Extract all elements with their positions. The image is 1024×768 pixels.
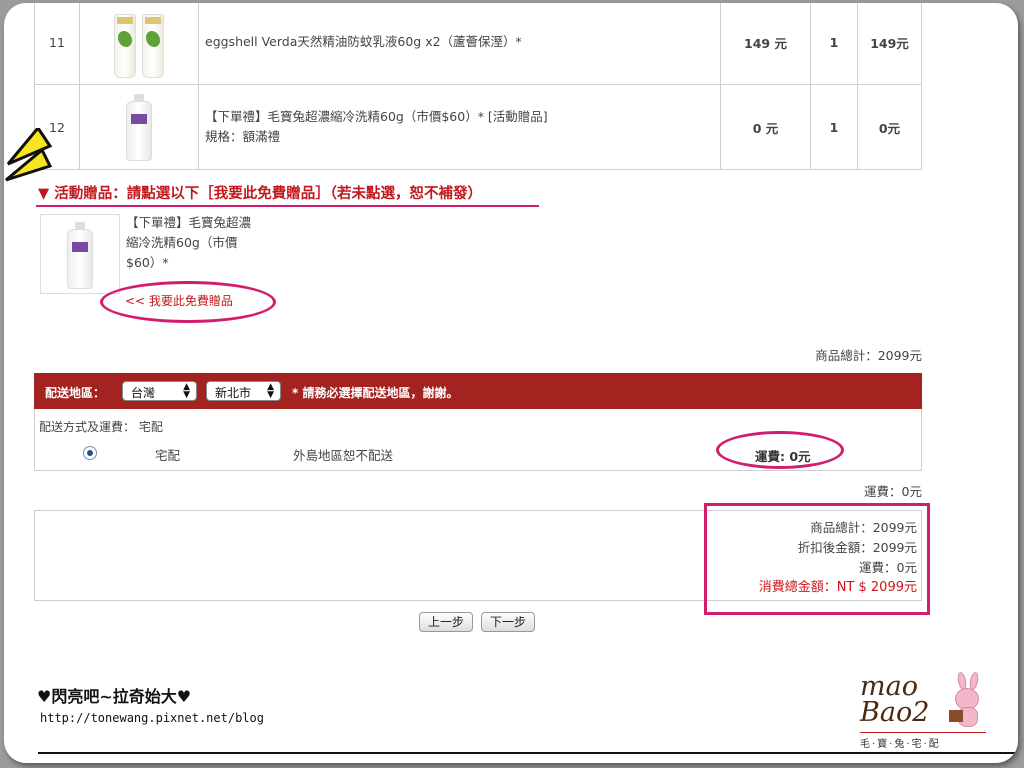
product-subtotal: 0元: [857, 84, 922, 170]
watermark-url: http://tonewang.pixnet.net/blog: [40, 711, 264, 725]
shipping-region-bar: 配送地區： 台灣 ▲ ▼ 新北市 ▲ ▼ * 請務必選擇配送地區，謝謝。: [34, 373, 922, 409]
product-spec: 規格：額滿禮: [205, 129, 281, 144]
shipping-method-title: 配送方式及運費： 宅配: [39, 420, 163, 434]
product-name: 【下單禮】毛寶兔超濃縮冷洗精60g（市價$60）* [活動贈品] 規格：額滿禮: [198, 84, 721, 170]
product-qty: 1: [810, 84, 858, 170]
region-notice: * 請務必選擇配送地區，謝謝。: [292, 386, 459, 400]
highlight-rectangle: [704, 503, 930, 615]
product-price: 0 元: [720, 84, 811, 170]
highlight-pointer-icon: [5, 128, 53, 182]
product-qty: 1: [810, 3, 858, 85]
goods-subtotal: 商品總計：2099元: [815, 348, 922, 363]
product-image-cell: [79, 3, 199, 85]
logo-line-2: Bao2: [860, 697, 930, 728]
product-subtotal: 149元: [857, 3, 922, 85]
region-country-value: 台灣: [131, 386, 156, 400]
lotion-tube-image: [142, 14, 164, 78]
screenshot-frame: 11 eggshell Verda天然精油防蚊乳液60g x2（蘆薈保溼）* 1…: [4, 3, 1018, 763]
product-price: 149 元: [720, 3, 811, 85]
shipping-region-label: 配送地區：: [45, 386, 106, 400]
region-city-value: 新北市: [215, 386, 252, 400]
maobao2-logo: mao Bao2 毛‧寶‧兔‧宅‧配: [857, 671, 992, 751]
shipping-fee-line: 運費：0元: [864, 484, 922, 499]
select-arrows-icon: ▲ ▼: [183, 382, 190, 400]
highlight-oval: [100, 281, 276, 323]
watermark-title: ♥閃亮吧~拉奇始大♥: [37, 687, 192, 706]
shipping-method-name: 宅配: [155, 448, 181, 463]
gift-section-heading: ▼ 活動贈品：請點選以下［我要此免費贈品］（若未點選，恕不補發）: [38, 186, 482, 202]
previous-step-button[interactable]: 上一步: [419, 612, 474, 632]
cart-items-table: 11 eggshell Verda天然精油防蚊乳液60g x2（蘆薈保溼）* 1…: [34, 3, 922, 170]
product-image-cell: [79, 84, 199, 170]
product-name: eggshell Verda天然精油防蚊乳液60g x2（蘆薈保溼）*: [198, 3, 721, 85]
highlight-underline: [36, 205, 539, 207]
select-arrows-icon: ▲ ▼: [267, 382, 274, 400]
frame-bottom-line: [38, 752, 1018, 754]
table-row: 12 【下單禮】毛寶兔超濃縮冷洗精60g（市價$60）* [活動贈品] 規格：額…: [34, 84, 922, 170]
shipping-method-note: 外島地區恕不配送: [293, 448, 394, 463]
region-country-select[interactable]: 台灣 ▲ ▼: [122, 381, 197, 401]
detergent-bottle-image: [67, 222, 93, 289]
item-number: 11: [34, 3, 80, 85]
shipping-method-radio[interactable]: [83, 446, 97, 460]
product-name-text: 【下單禮】毛寶兔超濃縮冷洗精60g（市價$60）* [活動贈品]: [205, 109, 548, 124]
logo-tagline: 毛‧寶‧兔‧宅‧配: [860, 739, 941, 750]
product-thumbnail[interactable]: [80, 3, 198, 84]
highlight-oval: [716, 431, 844, 469]
region-city-select[interactable]: 新北市 ▲ ▼: [206, 381, 281, 401]
lotion-tube-image: [114, 14, 136, 78]
gift-product-image[interactable]: [40, 214, 120, 294]
product-thumbnail[interactable]: [80, 85, 198, 169]
next-step-button[interactable]: 下一步: [481, 612, 536, 632]
parcel-icon: [949, 710, 963, 722]
product-name-text: eggshell Verda天然精油防蚊乳液60g x2（蘆薈保溼）*: [205, 34, 522, 49]
logo-rule: [860, 732, 986, 733]
table-row: 11 eggshell Verda天然精油防蚊乳液60g x2（蘆薈保溼）* 1…: [34, 3, 922, 85]
detergent-bottle-image: [126, 94, 152, 161]
gift-product-name: 【下單禮】毛寶兔超濃縮冷洗精60g（市價$60）*: [126, 215, 252, 270]
